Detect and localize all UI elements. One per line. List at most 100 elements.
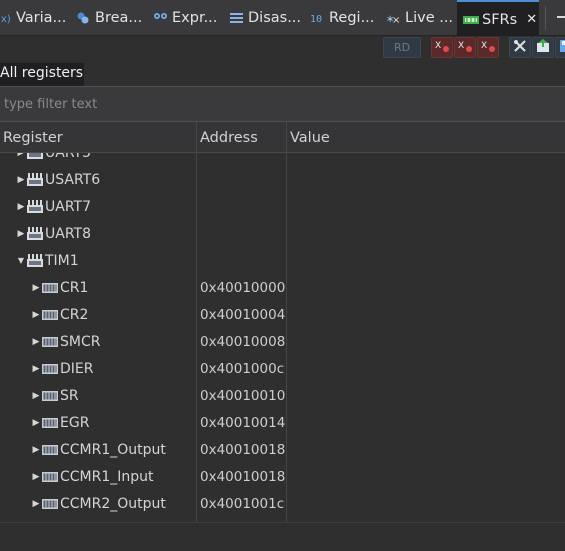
- sfr-toggle-1-icon: X: [434, 38, 450, 57]
- tab-label: SFRs: [482, 11, 518, 28]
- peripheral-row[interactable]: ▶ UART5: [0, 153, 565, 166]
- sfr-toggle-2-button[interactable]: X: [454, 37, 476, 58]
- register-cell: ▶ EGR: [31, 409, 90, 436]
- export-icon: [535, 38, 551, 57]
- register-name: EGR: [60, 414, 90, 431]
- chevron-right-icon[interactable]: ▶: [31, 472, 41, 482]
- peripheral-icon: [27, 153, 43, 160]
- registers-icon: 10: [310, 11, 324, 25]
- register-name: SR: [60, 387, 79, 404]
- save-button[interactable]: [555, 37, 565, 58]
- minimize-icon: [555, 11, 565, 25]
- register-icon: [42, 471, 58, 483]
- register-icon: [42, 309, 58, 321]
- address-cell: 0x40010014: [200, 414, 286, 431]
- register-name: USART6: [45, 171, 101, 188]
- address-cell: 0x40010018: [200, 441, 286, 458]
- register-row[interactable]: ▶ EGR 0x40010014: [0, 409, 565, 436]
- sfr-toggle-1-button[interactable]: X: [431, 37, 453, 58]
- register-name: CCMR2_Output: [60, 495, 166, 512]
- chevron-right-icon[interactable]: ▶: [31, 499, 41, 509]
- sfr-toolbar: RD X X X: [0, 36, 565, 62]
- register-row[interactable]: ▶ SMCR 0x40010008: [0, 328, 565, 355]
- register-cell: ▶ CR2: [31, 301, 89, 328]
- address-cell: 0x4001000c: [200, 360, 285, 377]
- peripheral-icon: [27, 253, 43, 268]
- tab-label: Live ...: [405, 10, 454, 26]
- column-header-value[interactable]: Value: [287, 122, 565, 153]
- bottom-bar: [0, 522, 565, 551]
- svg-text:(x): (x): [0, 14, 11, 25]
- tab-all-registers[interactable]: All registers: [0, 62, 84, 88]
- chevron-right-icon[interactable]: ▶: [31, 391, 41, 401]
- tab-label: Varia...: [16, 10, 67, 26]
- chevron-right-icon[interactable]: ▶: [16, 175, 26, 185]
- chevron-right-icon[interactable]: ▶: [16, 202, 26, 212]
- peripheral-icon: [27, 199, 43, 214]
- minimize-view-button[interactable]: [555, 0, 565, 36]
- register-name: TIM1: [45, 252, 79, 269]
- register-row[interactable]: ▶ CCMR2_Output 0x4001001c: [0, 490, 565, 517]
- register-cell: ▶ CR1: [31, 274, 89, 301]
- register-cell: ▶ SMCR: [31, 328, 101, 355]
- peripheral-icon: [27, 226, 43, 241]
- read-button[interactable]: RD: [383, 37, 421, 58]
- table-body: ▶ UART5 ▶ USART6 ▶ UART7 ▶ UART8 ▼ TIM1 ▶ CR1 0x4001…: [0, 153, 565, 522]
- register-cell: ▶ UART5: [16, 153, 91, 166]
- chevron-right-icon[interactable]: ▶: [31, 445, 41, 455]
- chevron-right-icon[interactable]: ▶: [16, 229, 26, 239]
- tab-disassembly[interactable]: Disas...: [229, 0, 301, 36]
- filter-bar: [0, 86, 565, 122]
- register-row[interactable]: ▶ CCMR1_Input 0x40010018: [0, 463, 565, 490]
- register-row[interactable]: ▶ CCMR1_Output 0x40010018: [0, 436, 565, 463]
- address-cell: 0x4001001c: [200, 495, 285, 512]
- expressions-icon: [153, 11, 167, 25]
- svg-text:×: ×: [392, 15, 400, 25]
- column-header-register[interactable]: Register: [0, 122, 196, 153]
- chevron-right-icon[interactable]: ▶: [31, 337, 41, 347]
- register-row[interactable]: ▶ SR 0x40010010: [0, 382, 565, 409]
- tab-breakpoints[interactable]: Brea...: [76, 0, 142, 36]
- tab-sfrs[interactable]: SFRs ✕: [457, 0, 539, 37]
- sfr-toggle-3-icon: X: [480, 38, 496, 57]
- sfr-toggle-3-button[interactable]: X: [477, 37, 499, 58]
- view-tab-bar: (x) Varia... Brea... Expr... Disas... 10…: [0, 0, 565, 37]
- live-expressions-icon: ∗ ×: [386, 11, 400, 26]
- register-row[interactable]: ▶ CR1 0x40010000: [0, 274, 565, 301]
- tab-live-expressions[interactable]: ∗ × Live ...: [386, 0, 453, 36]
- peripheral-icon: [27, 172, 43, 187]
- register-row[interactable]: ▶ CR2 0x40010004: [0, 301, 565, 328]
- peripheral-row[interactable]: ▶ USART6: [0, 166, 565, 193]
- register-cell: ▶ CCMR1_Input: [31, 463, 154, 490]
- filter-input[interactable]: [0, 92, 565, 116]
- column-header-address[interactable]: Address: [197, 122, 286, 153]
- peripheral-row[interactable]: ▼ TIM1: [0, 247, 565, 274]
- export-button[interactable]: [532, 37, 554, 58]
- register-cell: ▶ SR: [31, 382, 79, 409]
- address-cell: 0x40010008: [200, 333, 286, 350]
- disassembly-icon: [229, 11, 243, 25]
- register-icon: [42, 390, 58, 402]
- svg-text:X: X: [458, 41, 464, 51]
- chevron-right-icon[interactable]: ▶: [31, 418, 41, 428]
- close-icon[interactable]: ✕: [526, 12, 537, 27]
- tab-registers[interactable]: 10 Regi...: [310, 0, 374, 36]
- register-row[interactable]: ▶ DIER 0x4001000c: [0, 355, 565, 382]
- chevron-right-icon[interactable]: ▶: [31, 283, 41, 293]
- save-icon: [558, 38, 565, 57]
- tab-label: Brea...: [95, 10, 143, 26]
- register-view-tabs: All registers: [0, 62, 565, 88]
- tab-expressions[interactable]: Expr...: [153, 0, 217, 36]
- register-cell: ▶ DIER: [31, 355, 94, 382]
- chevron-right-icon[interactable]: ▶: [31, 364, 41, 374]
- chevron-down-icon[interactable]: ▼: [16, 256, 26, 266]
- peripheral-row[interactable]: ▶ UART7: [0, 193, 565, 220]
- sfr-toggle-2-icon: X: [457, 38, 473, 57]
- svg-text:X: X: [435, 41, 441, 51]
- tab-variables[interactable]: (x) Varia...: [0, 0, 66, 36]
- peripheral-row[interactable]: ▶ UART8: [0, 220, 565, 247]
- read-button-label: RD: [393, 41, 411, 54]
- settings-button[interactable]: [509, 37, 531, 58]
- chevron-right-icon[interactable]: ▶: [16, 153, 26, 158]
- chevron-right-icon[interactable]: ▶: [31, 310, 41, 320]
